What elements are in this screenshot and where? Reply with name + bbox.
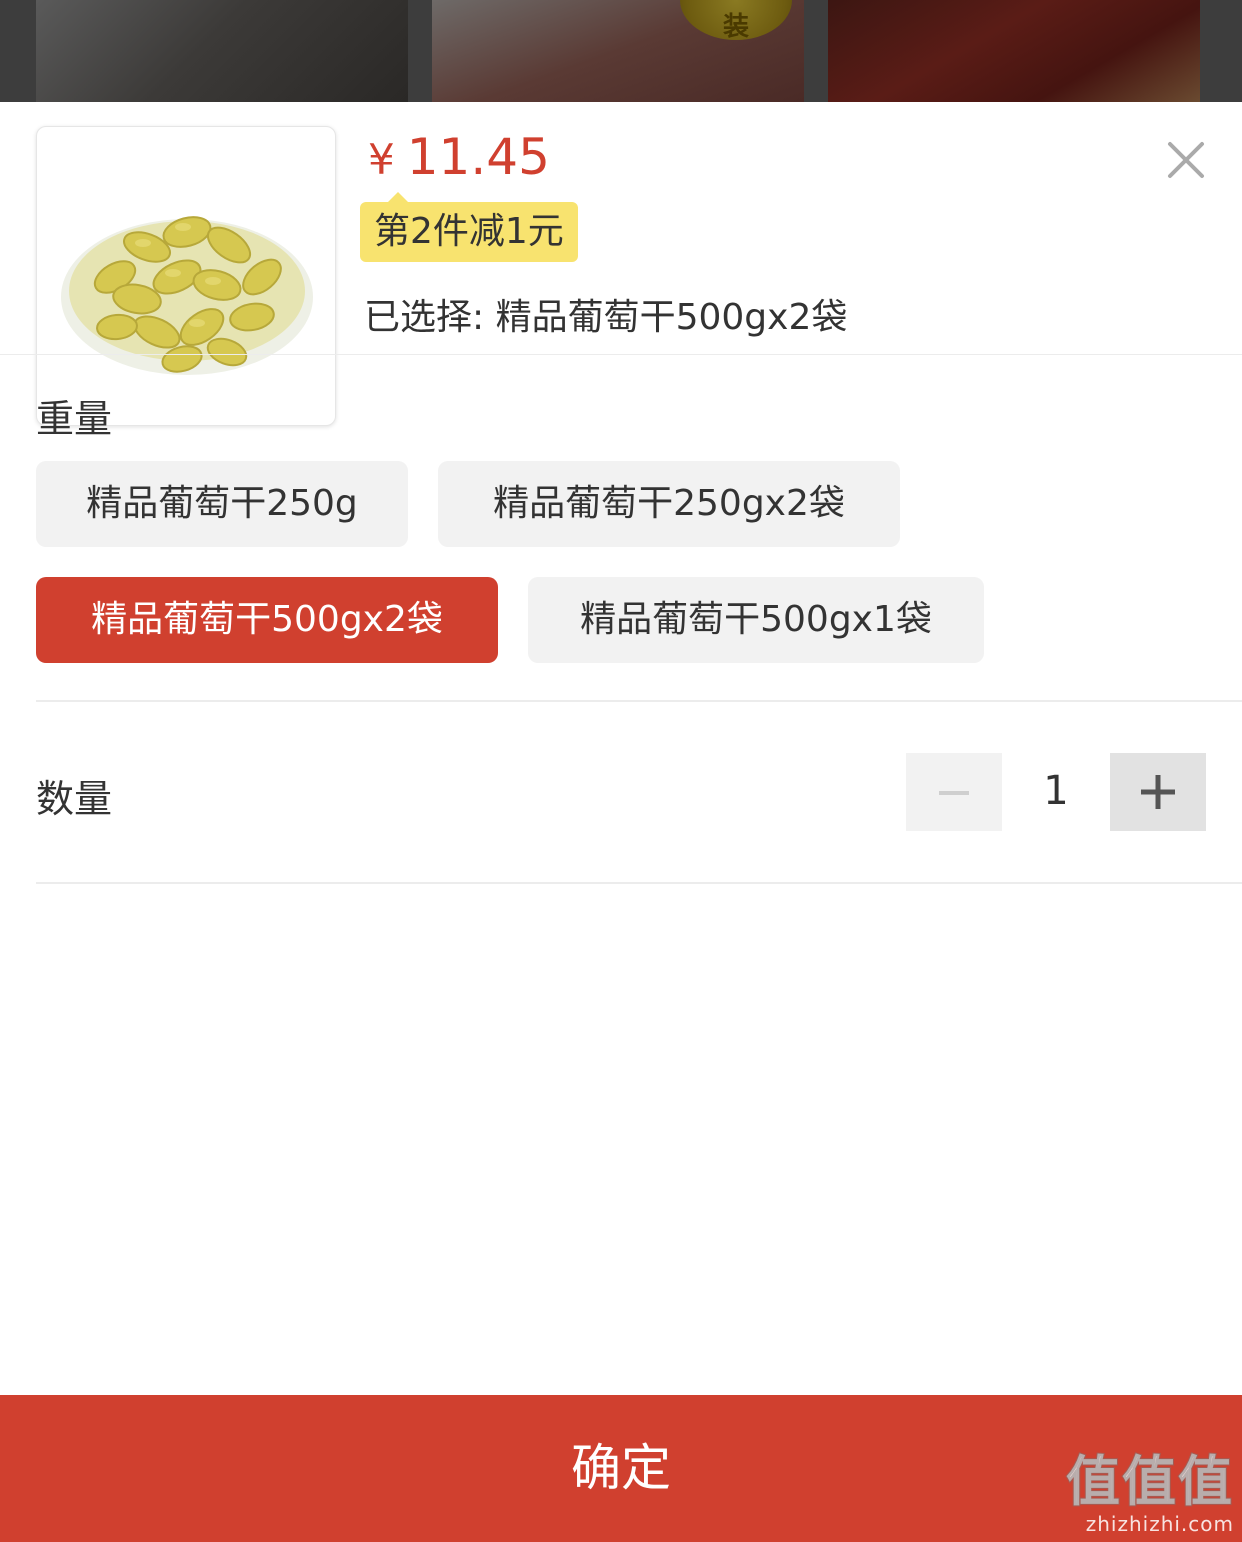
watermark-logo-text: 值值值 bbox=[1065, 1450, 1234, 1513]
divider bbox=[0, 354, 1242, 355]
weight-option-500gx1[interactable]: 精品葡萄干500gx1袋 bbox=[528, 577, 984, 663]
weight-option-250gx2[interactable]: 精品葡萄干250gx2袋 bbox=[438, 461, 900, 547]
price-value: 11.45 bbox=[406, 128, 550, 186]
promo-tag: 第2件减1元 bbox=[360, 192, 578, 262]
selected-sku-label: 已选择: 精品葡萄干500gx2袋 bbox=[364, 297, 848, 338]
product-thumbnail bbox=[36, 126, 336, 426]
weight-section-title: 重量 bbox=[36, 397, 113, 441]
background-product-image bbox=[828, 0, 1200, 102]
weight-option-500gx2[interactable]: 精品葡萄干500gx2袋 bbox=[36, 577, 498, 663]
minus-icon bbox=[939, 791, 969, 795]
close-icon[interactable] bbox=[1164, 138, 1208, 182]
currency-symbol: ¥ bbox=[368, 135, 395, 184]
divider bbox=[36, 700, 1242, 702]
quantity-section-title: 数量 bbox=[36, 777, 113, 821]
weight-option-250g[interactable]: 精品葡萄干250g bbox=[36, 461, 408, 547]
product-price: ¥11.45 bbox=[368, 132, 550, 182]
sku-selector-sheet: ¥11.45 第2件减1元 已选择: 精品葡萄干500gx2袋 重量 精品葡萄干… bbox=[0, 102, 1242, 1542]
quantity-value[interactable]: 1 bbox=[1004, 768, 1108, 814]
quantity-decrease-button[interactable] bbox=[906, 753, 1002, 831]
watermark: 值值值 zhizhizhi.com bbox=[1065, 1450, 1234, 1537]
divider bbox=[36, 882, 1242, 884]
background-badge-text: 装 bbox=[723, 12, 750, 42]
plus-icon bbox=[1141, 775, 1175, 809]
background-product-strip: 装 bbox=[0, 0, 1242, 102]
watermark-url: zhizhizhi.com bbox=[1085, 1512, 1234, 1536]
quantity-increase-button[interactable] bbox=[1110, 753, 1206, 831]
confirm-button[interactable]: 确定 bbox=[0, 1395, 1242, 1542]
raisin-bowl-image bbox=[61, 216, 313, 375]
background-product-image bbox=[36, 0, 408, 102]
